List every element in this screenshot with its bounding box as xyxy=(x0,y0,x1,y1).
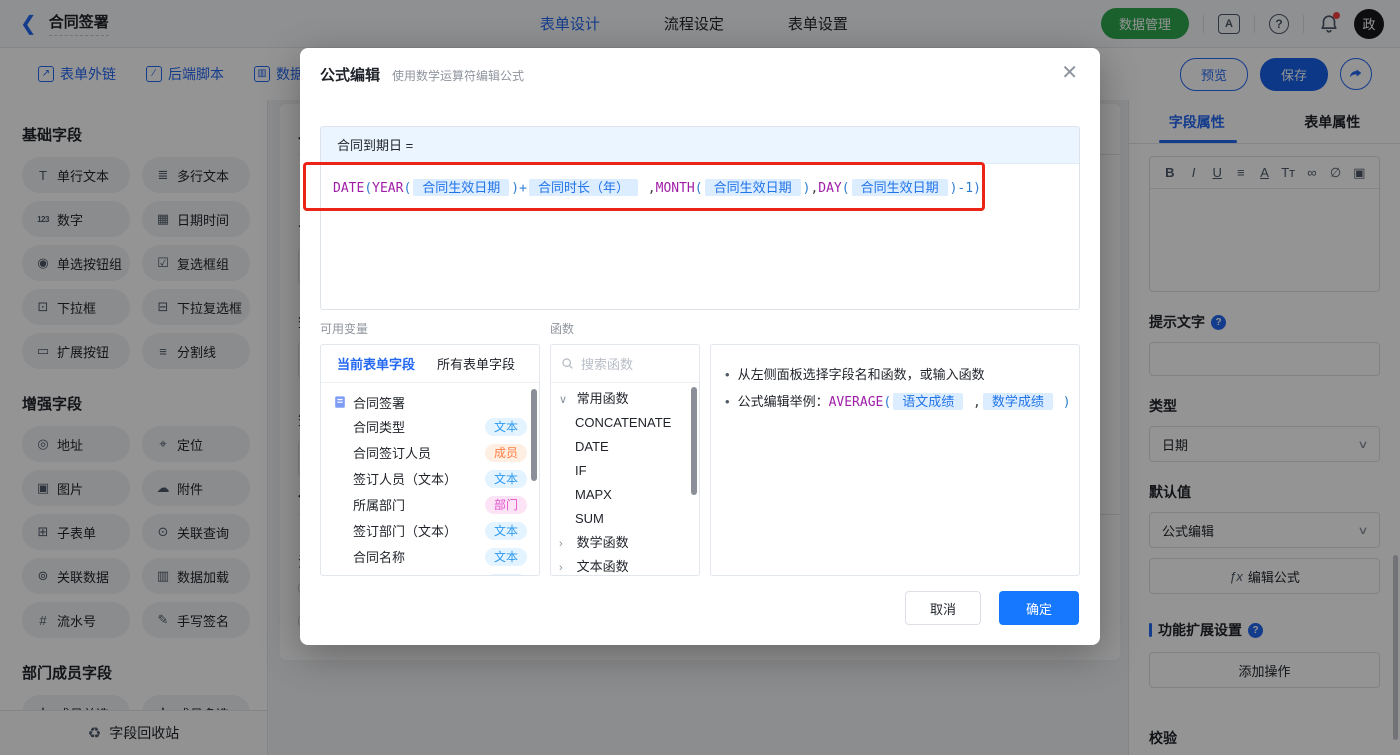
help-line-2: • 公式编辑举例：AVERAGE(语文成绩 , 数学成绩 ) xyxy=(725,393,1071,410)
modal-title: 公式编辑 使用数学运算符编辑公式 xyxy=(320,67,525,84)
formula-token: )-1) xyxy=(949,181,981,196)
chevron-right-icon: › xyxy=(559,538,563,550)
function-group-text[interactable]: › 文本函数 xyxy=(551,555,699,575)
formula-token: AVERAGE xyxy=(828,395,884,410)
formula-token: ( xyxy=(364,181,373,196)
formula-target-field: 合同到期日 = xyxy=(321,127,1079,164)
modal-subtitle: 使用数学运算符编辑公式 xyxy=(392,69,525,83)
cancel-button[interactable]: 取消 xyxy=(905,591,981,625)
formula-token: 合同生效日期 xyxy=(413,179,510,196)
variables-label: 可用变量 xyxy=(320,322,369,336)
function-item[interactable]: DATE xyxy=(551,435,699,459)
function-group-math[interactable]: › 数学函数 xyxy=(551,531,699,555)
variables-panel: 当前表单字段 所有表单字段 合同签署 合同类型 文本 合同签订人员 成员 签订人… xyxy=(320,344,540,576)
variable-field-row[interactable]: 合同签订人员 成员 xyxy=(321,441,539,467)
chevron-right-icon: › xyxy=(559,562,563,574)
variable-field-row[interactable]: 签订人员（文本） 文本 xyxy=(321,467,539,493)
formula-token: 数学成绩 xyxy=(982,393,1053,410)
formula-token: 合同时长（年） xyxy=(528,179,638,196)
field-type-badge: 文本 xyxy=(484,574,527,575)
variable-field-row[interactable]: 签订部门（文本） 文本 xyxy=(321,519,539,545)
formula-token: )+ xyxy=(511,181,527,196)
formula-token: YEAR xyxy=(372,181,404,196)
field-type-badge: 部门 xyxy=(484,496,527,514)
field-type-badge: 成员 xyxy=(484,444,527,462)
field-type-badge: 文本 xyxy=(484,470,527,488)
variable-field-row[interactable]: 所属部门 部门 xyxy=(321,493,539,519)
formula-token: , xyxy=(639,181,656,196)
form-doc-icon xyxy=(335,396,345,408)
formula-token: 语文成绩 xyxy=(893,393,964,410)
formula-editor-modal: 公式编辑 使用数学运算符编辑公式 ✕ 合同到期日 = DATE(YEAR(合同生效… xyxy=(300,48,1100,645)
variable-field-row[interactable]: 合同类型 文本 xyxy=(321,415,539,441)
variable-field-row[interactable]: 合同名称 文本 xyxy=(321,545,539,571)
field-type-badge: 文本 xyxy=(484,548,527,566)
variable-field-row[interactable]: 文本 xyxy=(321,571,539,575)
formula-token: DATE xyxy=(333,181,365,196)
form-tree-root[interactable]: 合同签署 xyxy=(321,389,539,415)
formula-expression[interactable]: DATE(YEAR(合同生效日期)+ 合同时长（年） ,MONTH(合同生效日期)… xyxy=(321,164,1079,213)
field-type-badge: 文本 xyxy=(484,418,527,436)
formula-token: DAY xyxy=(818,181,842,196)
formula-token: ( xyxy=(841,181,850,196)
tab-all-form-fields[interactable]: 所有表单字段 xyxy=(437,354,515,373)
functions-label: 函数 xyxy=(550,322,575,336)
function-search-input[interactable]: 搜索函数 xyxy=(551,345,699,383)
formula-input-box[interactable]: 合同到期日 = DATE(YEAR(合同生效日期)+ 合同时长（年） ,MONTH… xyxy=(320,126,1080,310)
tab-current-form-fields[interactable]: 当前表单字段 xyxy=(337,354,415,373)
close-icon[interactable]: ✕ xyxy=(1061,60,1078,85)
function-item[interactable]: IF xyxy=(551,459,699,483)
scrollbar-thumb[interactable] xyxy=(531,389,537,481)
formula-token: ( xyxy=(403,181,412,196)
formula-token: ( xyxy=(883,395,892,410)
help-panel: • 从左侧面板选择字段名和函数，或输入函数 • 公式编辑举例：AVERAGE(语文成… xyxy=(710,344,1080,576)
function-item[interactable]: CONCATENATE xyxy=(551,411,699,435)
function-group-common[interactable]: ∨ 常用函数 xyxy=(551,387,699,411)
functions-panel: 搜索函数 ∨ 常用函数 CONCATENATE DATE IF MAPX SUM › 数… xyxy=(550,344,700,576)
field-type-badge: 文本 xyxy=(484,522,527,540)
search-placeholder: 搜索函数 xyxy=(581,357,634,372)
function-item[interactable]: SUM xyxy=(551,507,699,531)
formula-token: ( xyxy=(694,181,703,196)
formula-token: 合同生效日期 xyxy=(704,179,801,196)
chevron-down-icon: ∨ xyxy=(559,394,568,406)
formula-token: 合同生效日期 xyxy=(851,179,948,196)
scrollbar-thumb[interactable] xyxy=(691,387,697,495)
confirm-button[interactable]: 确定 xyxy=(999,591,1079,625)
function-item[interactable]: MAPX xyxy=(551,483,699,507)
help-line-1: • 从左侧面板选择字段名和函数，或输入函数 xyxy=(725,367,985,382)
formula-token: , xyxy=(965,395,981,410)
formula-token: MONTH xyxy=(655,181,695,196)
search-icon xyxy=(562,358,573,369)
formula-token: ) xyxy=(1054,395,1071,410)
